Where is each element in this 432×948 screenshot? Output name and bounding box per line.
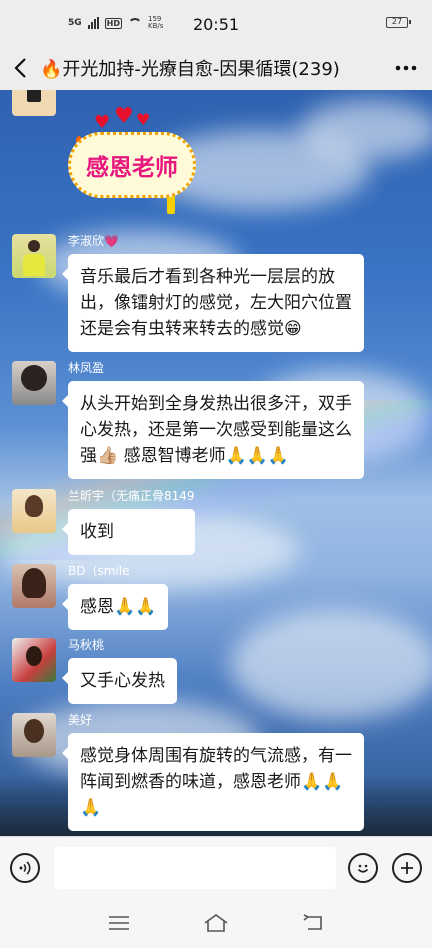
message-bubble[interactable]: 音乐最后才看到各种光一层层的放出，像镭射灯的感觉，左大阳穴位置还是会有虫转来转去… [62,254,364,352]
chevron-left-icon [14,58,26,78]
back-nav-button[interactable] [295,908,331,938]
system-navigation-bar [0,898,432,948]
message-bubble[interactable]: 又手心发热 [62,658,177,704]
battery-level: 27 [391,17,403,26]
back-button[interactable] [0,46,40,90]
avatar[interactable] [12,564,56,608]
avatar[interactable] [12,713,56,757]
message-input[interactable] [54,846,336,889]
chat-title: 🔥开光加持-光療自愈-因果循環(239) [40,55,380,81]
avatar[interactable] [12,638,56,682]
chat-message: 李淑欣💗 音乐最后才看到各种光一层层的放出，像镭射灯的感觉，左大阳穴位置还是会有… [12,234,364,352]
voice-button[interactable] [10,852,40,883]
input-bar [0,836,432,898]
status-time: 20:51 [192,15,240,34]
emoji-button[interactable] [348,852,378,883]
plus-button[interactable] [392,852,422,883]
back-icon [303,914,323,930]
sender-name: 林凤盈 [68,361,105,375]
menu-button[interactable] [101,908,137,938]
chat-message: BD（smile 感恩🙏🙏 [12,564,169,630]
sender-name: 兰昕宇（无痛正骨8149 [68,489,195,503]
message-bubble[interactable]: 感恩🙏🙏 [61,584,169,630]
home-icon [204,914,228,932]
chat-header: 🔥开光加持-光療自愈-因果循環(239) [0,46,432,90]
voice-icon [19,860,31,875]
sender-name: 美好 [68,713,93,727]
more-button[interactable] [380,46,432,90]
battery-icon: 27 [386,17,411,28]
message-bubble[interactable]: 感觉身体周围有旋转的气流感，有一阵闻到燃香的味道，感恩老师🙏🙏🙏 [62,733,364,831]
chat-title-text: 开光加持-光療自愈-因果循環(239) [62,59,340,80]
sender-name: 李淑欣💗 [68,234,119,248]
message-bubble[interactable]: 从头开始到全身发热出很多汗，双手心发热，还是第一次感受到能量这么强👍🏼 感恩智博… [62,381,364,479]
emoji-icon [357,864,369,873]
status-bar: 5G HD 159 KB/s 20:51 27 [0,0,432,46]
sticker-text: 感恩老师 [86,155,178,181]
chat-message: 马秋桃 又手心发热 [12,638,177,704]
avatar[interactable] [12,489,56,533]
avatar[interactable] [12,361,56,405]
avatar[interactable] [12,234,56,278]
avatar[interactable] [12,90,56,116]
more-horizontal-icon [395,65,417,71]
chat-message: 林凤盈 从头开始到全身发热出很多汗，双手心发热，还是第一次感受到能量这么强👍🏼 … [12,361,364,479]
fire-icon: 🔥 [40,59,63,80]
sticker-image[interactable]: ♥ ♥ ♥ 感恩老师 [68,104,198,214]
home-button[interactable] [198,908,234,938]
chat-message-area[interactable]: ♥ ♥ ♥ 感恩老师 李淑欣💗 音乐最后才看到各种光一层层的放出，像镭射灯的感觉… [0,90,432,836]
chat-message: 兰昕宇（无痛正骨8149 收到 [12,489,195,555]
plus-icon [401,861,413,874]
menu-icon [108,916,129,930]
sender-name: BD（smile [68,564,130,578]
sender-name: 马秋桃 [68,638,105,652]
message-bubble[interactable]: 收到 [62,509,195,555]
chat-message: 美好 感觉身体周围有旋转的气流感，有一阵闻到燃香的味道，感恩老师🙏🙏🙏 [12,713,364,831]
